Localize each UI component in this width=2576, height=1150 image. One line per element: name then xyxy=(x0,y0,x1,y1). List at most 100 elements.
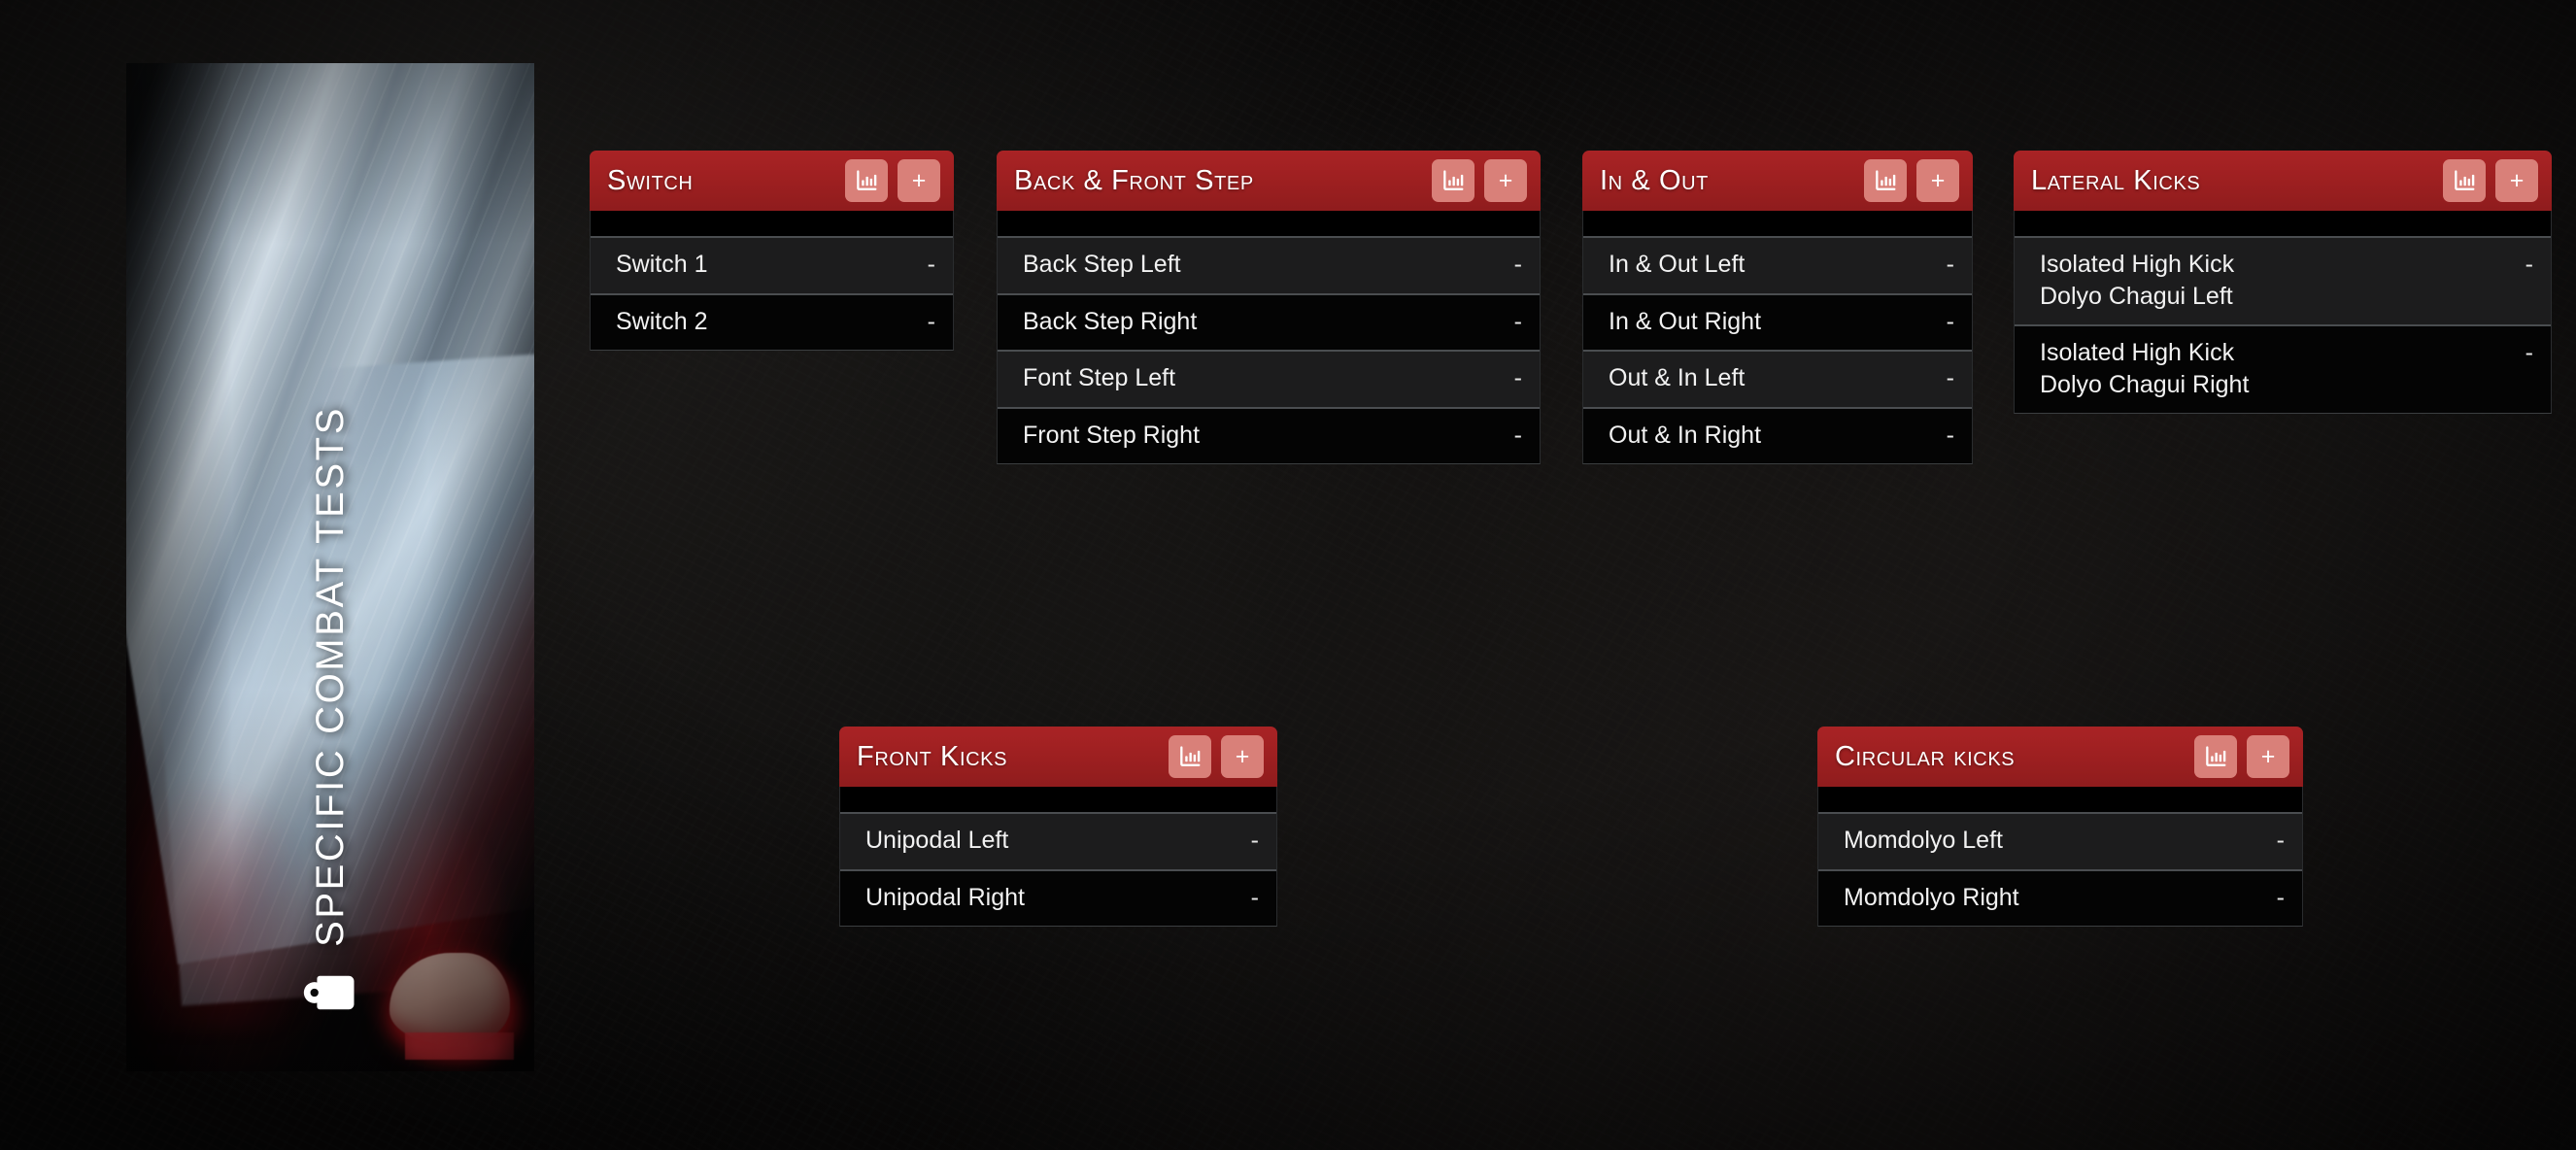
row-value: - xyxy=(1513,364,1522,391)
row-label: Switch 1 xyxy=(616,251,708,278)
add-button-lateral-kicks[interactable]: + xyxy=(2495,159,2538,202)
table-row[interactable]: Switch 1 - xyxy=(591,236,953,293)
chart-button-switch[interactable] xyxy=(845,159,888,202)
row-label: Momdolyo Right xyxy=(1844,883,2019,911)
card-header-gap xyxy=(839,787,1277,812)
card-header-lateral-kicks: Lateral Kicks + xyxy=(2014,151,2552,211)
card-header-front-kicks: Front Kicks + xyxy=(839,727,1277,787)
card-body-in-out: In & Out Left - In & Out Right - Out & In Le… xyxy=(1582,236,1973,464)
table-row[interactable]: Front Step Right - xyxy=(998,406,1540,463)
card-circular-kicks: Circular kicks + Momdolyo Left - Momdolyo Ri… xyxy=(1817,727,2303,927)
card-title: Circular kicks xyxy=(1835,740,2016,772)
bar-chart-icon xyxy=(2206,746,2226,766)
row-value: - xyxy=(927,251,935,278)
row-label: Isolated High Kick Dolyo Chagui Right xyxy=(2040,339,2250,398)
card-header-gap xyxy=(1817,787,2303,812)
card-header-circular-kicks: Circular kicks + xyxy=(1817,727,2303,787)
row-label: Back Step Left xyxy=(1023,251,1181,278)
hero-label-group: Specific Combat Tests xyxy=(126,63,534,1071)
card-header-switch: Switch + xyxy=(590,151,954,211)
chart-button-back-front-step[interactable] xyxy=(1432,159,1474,202)
add-button-in-out[interactable]: + xyxy=(1916,159,1959,202)
row-value: - xyxy=(1513,421,1522,449)
add-button-front-kicks[interactable]: + xyxy=(1221,735,1264,778)
plus-icon: + xyxy=(1498,166,1513,194)
row-value: - xyxy=(2276,827,2285,854)
card-body-circular-kicks: Momdolyo Left - Momdolyo Right - xyxy=(1817,812,2303,927)
card-title: In & Out xyxy=(1600,164,1709,196)
hero-title: Specific Combat Tests xyxy=(308,406,352,947)
card-header-in-out: In & Out + xyxy=(1582,151,1973,211)
table-row[interactable]: Isolated High Kick Dolyo Chagui Right - xyxy=(2015,324,2551,413)
plus-icon: + xyxy=(1930,166,1946,194)
row-label: Font Step Left xyxy=(1023,364,1176,391)
row-label: Front Step Right xyxy=(1023,421,1201,449)
card-title: Back & Front Step xyxy=(1014,164,1254,196)
card-header-gap xyxy=(1582,211,1973,236)
card-title: Switch xyxy=(607,164,694,196)
table-row[interactable]: Switch 2 - xyxy=(591,292,953,350)
chart-button-in-out[interactable] xyxy=(1864,159,1907,202)
bar-chart-icon xyxy=(1443,170,1464,190)
row-label: Isolated High Kick Dolyo Chagui Left xyxy=(2040,251,2235,310)
table-row[interactable]: Isolated High Kick Dolyo Chagui Left - xyxy=(2015,236,2551,324)
row-value: - xyxy=(927,307,935,335)
plus-icon: + xyxy=(1235,742,1250,770)
card-lateral-kicks: Lateral Kicks + Isolated High Kick Dolyo C… xyxy=(2014,151,2552,414)
table-row[interactable]: Unipodal Left - xyxy=(840,812,1276,869)
card-header-gap xyxy=(2014,211,2552,236)
row-label: In & Out Right xyxy=(1609,307,1762,335)
hero-panel: Specific Combat Tests xyxy=(126,63,534,1071)
tag-icon xyxy=(303,975,355,1010)
row-value: - xyxy=(1250,883,1259,911)
card-front-kicks: Front Kicks + Unipodal Left - Unipodal Right… xyxy=(839,727,1277,927)
table-row[interactable]: Back Step Right - xyxy=(998,292,1540,350)
plus-icon: + xyxy=(2509,166,2525,194)
row-value: - xyxy=(1513,307,1522,335)
bar-chart-icon xyxy=(857,170,877,190)
row-value: - xyxy=(1946,251,1954,278)
card-body-lateral-kicks: Isolated High Kick Dolyo Chagui Left - Iso… xyxy=(2014,236,2552,414)
card-header-gap xyxy=(997,211,1541,236)
bar-chart-icon xyxy=(2455,170,2475,190)
row-value: - xyxy=(2525,339,2533,366)
row-value: - xyxy=(2525,251,2533,278)
bar-chart-icon xyxy=(1180,746,1201,766)
add-button-switch[interactable]: + xyxy=(898,159,940,202)
table-row[interactable]: Back Step Left - xyxy=(998,236,1540,293)
bar-chart-icon xyxy=(1876,170,1896,190)
row-label: Momdolyo Left xyxy=(1844,827,2003,854)
plus-icon: + xyxy=(911,166,927,194)
row-label: Back Step Right xyxy=(1023,307,1198,335)
card-title: Lateral Kicks xyxy=(2031,164,2201,196)
row-label: Out & In Right xyxy=(1609,421,1762,449)
row-value: - xyxy=(1946,421,1954,449)
table-row[interactable]: Momdolyo Right - xyxy=(1818,868,2302,926)
add-button-back-front-step[interactable]: + xyxy=(1484,159,1527,202)
row-value: - xyxy=(1513,251,1522,278)
table-row[interactable]: Font Step Left - xyxy=(998,350,1540,407)
card-title: Front Kicks xyxy=(857,740,1008,772)
chart-button-lateral-kicks[interactable] xyxy=(2443,159,2486,202)
card-in-out: In & Out + In & Out Left - In & Out Right - Ou… xyxy=(1582,151,1973,464)
row-value: - xyxy=(1946,307,1954,335)
row-value: - xyxy=(1946,364,1954,391)
row-label: Switch 2 xyxy=(616,307,708,335)
table-row[interactable]: In & Out Right - xyxy=(1583,292,1972,350)
card-switch: Switch + Switch 1 - Switch 2 - xyxy=(590,151,954,351)
row-value: - xyxy=(2276,883,2285,911)
row-label: Unipodal Left xyxy=(865,827,1009,854)
chart-button-front-kicks[interactable] xyxy=(1169,735,1211,778)
add-button-circular-kicks[interactable]: + xyxy=(2247,735,2289,778)
table-row[interactable]: Out & In Right - xyxy=(1583,406,1972,463)
chart-button-circular-kicks[interactable] xyxy=(2194,735,2237,778)
card-body-switch: Switch 1 - Switch 2 - xyxy=(590,236,954,351)
card-body-front-kicks: Unipodal Left - Unipodal Right - xyxy=(839,812,1277,927)
table-row[interactable]: Unipodal Right - xyxy=(840,868,1276,926)
table-row[interactable]: In & Out Left - xyxy=(1583,236,1972,293)
card-header-back-front-step: Back & Front Step + xyxy=(997,151,1541,211)
table-row[interactable]: Out & In Left - xyxy=(1583,350,1972,407)
row-label: Unipodal Right xyxy=(865,883,1025,911)
row-label: Out & In Left xyxy=(1609,364,1746,391)
table-row[interactable]: Momdolyo Left - xyxy=(1818,812,2302,869)
